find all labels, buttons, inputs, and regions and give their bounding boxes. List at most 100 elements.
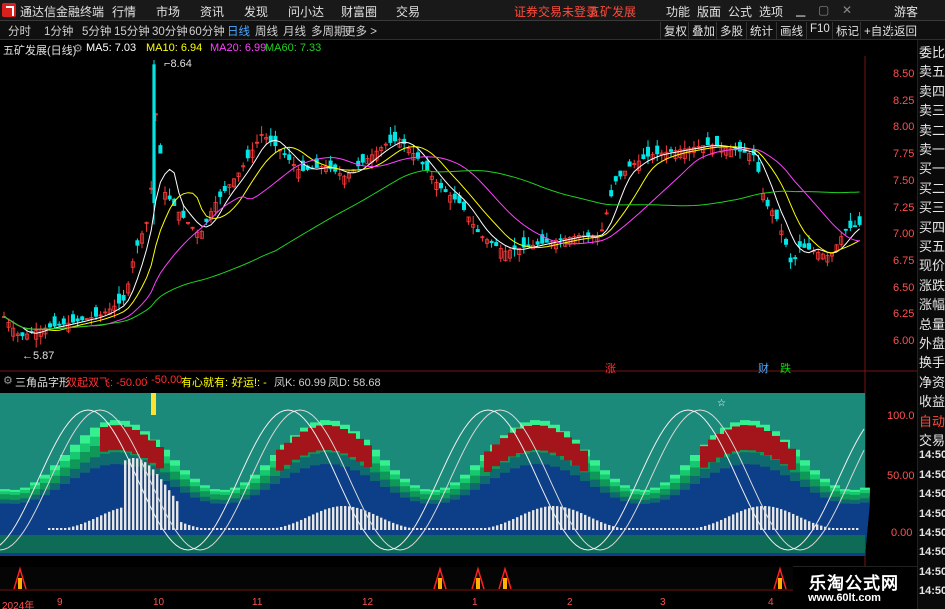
indicator-histogram-bar [808, 521, 811, 530]
candle-body [641, 154, 646, 160]
indicator-histogram-bar [272, 528, 275, 530]
indicator-histogram-bar [408, 527, 411, 530]
indicator-histogram-bar [632, 528, 635, 530]
indicator-histogram-bar [192, 526, 195, 530]
candle-body [857, 216, 862, 225]
side-panel-label: 14:50 [919, 546, 945, 559]
candle-body [71, 314, 76, 323]
indicator-red-bar [340, 429, 348, 454]
indicator-histogram-bar [328, 508, 331, 530]
indicator-gear-icon[interactable]: ⚙ [3, 374, 13, 387]
side-panel-label: 委比 [919, 45, 945, 60]
candle-body [158, 145, 163, 154]
indicator-histogram-bar [508, 520, 511, 530]
indicator-histogram-bar [440, 528, 443, 530]
star-icon: ☆ [717, 398, 726, 409]
price-axis-label: 6.00 [893, 335, 915, 347]
sub-axis-50: 50.00 [887, 470, 915, 482]
candle-body [75, 318, 80, 322]
candle-body [48, 323, 53, 328]
indicator-histogram-bar [188, 525, 191, 530]
indicator-histogram-bar [148, 465, 151, 530]
indicator-histogram-bar [800, 517, 803, 530]
indicator-histogram-bar [320, 510, 323, 530]
candle-body [218, 191, 223, 197]
indicator-histogram-bar [796, 515, 799, 530]
indicator-red-bar [540, 425, 548, 451]
candle-body [848, 220, 853, 229]
indicator-histogram-bar [48, 528, 51, 530]
watermark-url: www.60lt.com [808, 592, 881, 604]
candle-body [438, 182, 443, 189]
indicator-red-bar [748, 425, 756, 451]
sub-axis-0: 0.00 [891, 527, 913, 539]
indicator-histogram-bar [788, 512, 791, 530]
indicator-red-bar [484, 451, 492, 473]
indicator-value-k: 凤K: 60.99 [274, 377, 326, 389]
candle-body [669, 149, 674, 152]
indicator-histogram-bar [500, 524, 503, 530]
side-panel-label: 买二 [919, 180, 945, 196]
side-panel-label: 14:50 [919, 468, 945, 481]
indicator-histogram-bar [504, 522, 507, 530]
indicator-histogram-bar [592, 518, 595, 530]
indicator-histogram-bar [740, 510, 743, 530]
indicator-histogram-bar [804, 519, 807, 530]
indicator-histogram-bar [324, 509, 327, 530]
date-label-9: 9 [57, 597, 63, 608]
signal-bar [503, 578, 507, 589]
indicator-histogram-bar [260, 528, 263, 530]
indicator-value-1: 双起双飞: -50.00 [66, 377, 148, 389]
indicator-red-bar [700, 446, 708, 468]
side-panel-label: 买四 [919, 219, 945, 235]
side-panel-label: 自动 [919, 413, 945, 429]
indicator-histogram-bar [428, 528, 431, 530]
indicator-histogram-bar [332, 507, 335, 530]
indicator-histogram-bar [404, 526, 407, 530]
side-panel-label: 收益 [919, 394, 945, 410]
indicator-red-bar [284, 442, 292, 465]
indicator-histogram-bar [452, 528, 455, 530]
indicator-histogram-bar [664, 528, 667, 530]
indicator-histogram-bar [256, 528, 259, 530]
indicator-histogram-bar [96, 517, 99, 530]
side-panel-label: 14:50 [919, 585, 945, 598]
candle-body [655, 145, 660, 155]
indicator-histogram-bar [108, 511, 111, 530]
date-label-2: 2 [567, 597, 573, 608]
indicator-histogram-bar [472, 528, 475, 530]
indicator-histogram-bar [460, 528, 463, 530]
price-axis-label: 8.00 [893, 121, 915, 134]
indicator-red-bar [764, 430, 772, 455]
indicator-histogram-bar [240, 528, 243, 530]
indicator-histogram-bar [348, 506, 351, 530]
indicator-red-bar [332, 426, 340, 452]
candle-body [282, 153, 287, 156]
price-axis-label: 7.75 [893, 148, 915, 161]
side-panel-label: 卖四 [919, 83, 945, 99]
indicator-red-bar [292, 436, 300, 460]
indicator-histogram-bar [344, 506, 347, 530]
indicator-histogram-bar [52, 528, 55, 530]
indicator-histogram-bar [444, 528, 447, 530]
date-label-1: 1 [472, 597, 478, 608]
indicator-histogram-bar [296, 521, 299, 530]
indicator-histogram-bar [316, 512, 319, 530]
indicator-histogram-bar [448, 528, 451, 530]
indicator-histogram-bar [716, 521, 719, 530]
side-panel-label: 卖三 [919, 103, 945, 119]
indicator-histogram-bar [512, 519, 515, 530]
candle-body [609, 190, 614, 197]
candle-body [402, 138, 407, 144]
side-panel-label: 净资 [919, 374, 945, 390]
indicator-histogram-bar [388, 521, 391, 530]
date-label-4: 4 [768, 597, 774, 608]
indicator-histogram-bar [116, 508, 119, 530]
indicator-histogram-bar [72, 526, 75, 530]
indicator-title-bar: ⚙ 三角品字形 双起双飞: -50.00 : -50.00 有心就有: - 好运… [0, 373, 915, 389]
indicator-histogram-bar [588, 516, 591, 530]
indicator-red-bar [724, 429, 732, 454]
kline-chart[interactable] [0, 0, 917, 597]
indicator-histogram-bar [640, 528, 643, 530]
indicator-histogram-bar [64, 528, 67, 530]
